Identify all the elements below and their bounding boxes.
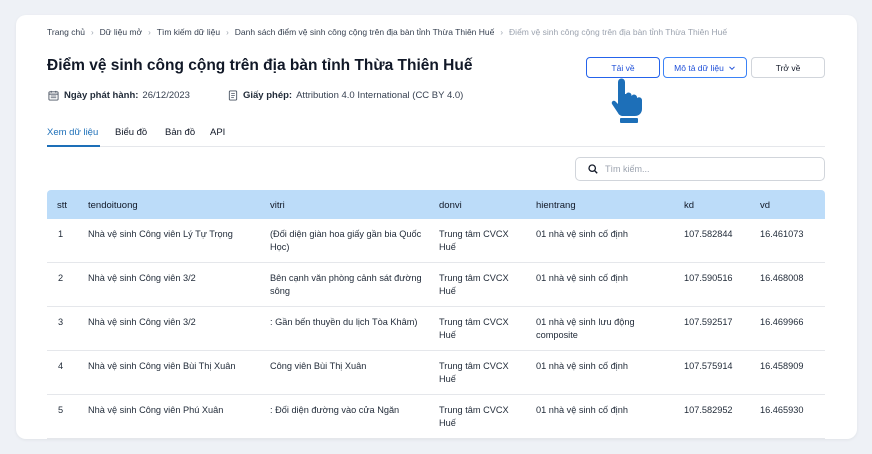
column-header-stt[interactable]: stt (57, 200, 67, 211)
breadcrumb-search-data[interactable]: Tìm kiếm dữ liệu (157, 27, 220, 37)
tab-bar: Xem dữ liệu Biểu đồ Bản đồ API (47, 127, 825, 147)
cell-vitri: : Gần bến thuyền du lịch Tòa Khâm) (270, 317, 418, 327)
cell-donvi: Trung tâm CVCX Huế (439, 273, 509, 296)
cell-hientrang: 01 nhà vệ sinh cố định (536, 273, 628, 283)
table-row[interactable]: 5 Nhà vệ sinh Công viên Phú Xuân : Đối d… (47, 395, 825, 439)
breadcrumb-dataset-list[interactable]: Danh sách điểm vệ sinh công cộng trên đị… (235, 27, 495, 37)
download-button-label: Tải về (611, 62, 635, 73)
dataset-detail-card: Trang chủ › Dữ liệu mở › Tìm kiếm dữ liệ… (16, 15, 857, 439)
page-title: Điểm vệ sinh công cộng trên địa bàn tỉnh… (47, 57, 473, 74)
table-row[interactable]: 4 Nhà vệ sinh Công viên Bùi Thị Xuân Côn… (47, 351, 825, 395)
cell-vd: 16.469966 (760, 317, 804, 327)
breadcrumb-separator-icon: › (148, 27, 151, 37)
breadcrumb: Trang chủ › Dữ liệu mở › Tìm kiếm dữ liệ… (47, 27, 727, 37)
license-meta: Giấy phép: Attribution 4.0 International… (228, 90, 463, 101)
cell-kd: 107.582844 (684, 229, 733, 239)
back-button-label: Trở về (775, 62, 801, 73)
tab-api[interactable]: API (210, 127, 225, 138)
cell-stt: 2 (58, 273, 64, 283)
breadcrumb-open-data[interactable]: Dữ liệu mở (100, 27, 142, 37)
breadcrumb-home[interactable]: Trang chủ (47, 27, 85, 37)
cell-donvi: Trung tâm CVCX Huế (439, 405, 509, 428)
cell-stt: 4 (58, 361, 64, 371)
cell-stt: 3 (58, 317, 64, 327)
column-header-kd[interactable]: kd (684, 200, 694, 211)
calendar-icon (48, 90, 59, 101)
column-header-tendoituong[interactable]: tendoituong (88, 200, 138, 211)
table-row[interactable]: 3 Nhà vệ sinh Công viên 3/2 : Gần bến th… (47, 307, 825, 351)
cell-kd: 107.582952 (684, 405, 733, 415)
data-description-label: Mô tả dữ liệu (674, 62, 724, 73)
hand-pointer-icon (611, 78, 642, 123)
cell-vitri: (Đối diện giàn hoa giấy gần bia Quốc Học… (270, 229, 422, 252)
license-label: Giấy phép: (243, 90, 293, 101)
cell-vd: 16.465930 (760, 405, 804, 415)
cell-hientrang: 01 nhà vệ sinh cố định (536, 361, 628, 371)
cell-tendoituong: Nhà vệ sinh Công viên 3/2 (88, 317, 196, 327)
cell-stt: 1 (58, 229, 64, 239)
cell-tendoituong: Nhà vệ sinh Công viên 3/2 (88, 273, 196, 283)
table-row[interactable]: 2 Nhà vệ sinh Công viên 3/2 Bên cạnh văn… (47, 263, 825, 307)
publish-date-value: 26/12/2023 (142, 90, 190, 101)
column-header-vitri[interactable]: vitri (270, 200, 285, 211)
cell-vd: 16.468008 (760, 273, 804, 283)
cell-hientrang: 01 nhà vệ sinh lưu động composite (536, 317, 635, 340)
publish-date-label: Ngày phát hành: (64, 90, 139, 101)
cell-vd: 16.458909 (760, 361, 804, 371)
chevron-down-icon (728, 65, 735, 70)
license-value: Attribution 4.0 International (CC BY 4.0… (296, 90, 464, 101)
cell-vitri: : Đối diện đường vào cửa Ngăn (270, 405, 400, 415)
tab-chart[interactable]: Biểu đồ (115, 127, 147, 138)
cell-donvi: Trung tâm CVCX Huế (439, 361, 509, 384)
cell-stt: 5 (58, 405, 64, 415)
cell-tendoituong: Nhà vệ sinh Công viên Bùi Thị Xuân (88, 361, 236, 371)
search-input[interactable] (605, 164, 805, 174)
publish-date-meta: Ngày phát hành: 26/12/2023 (48, 90, 190, 101)
cell-hientrang: 01 nhà vệ sinh cố định (536, 405, 628, 415)
cell-kd: 107.590516 (684, 273, 733, 283)
cell-vd: 16.461073 (760, 229, 804, 239)
cell-vitri: Công viên Bùi Thị Xuân (270, 361, 367, 371)
tab-view-data[interactable]: Xem dữ liệu (47, 127, 98, 138)
cell-tendoituong: Nhà vệ sinh Công viên Phú Xuân (88, 405, 224, 415)
data-description-dropdown[interactable]: Mô tả dữ liệu (663, 57, 747, 78)
download-button[interactable]: Tải về (586, 57, 660, 78)
breadcrumb-separator-icon: › (500, 27, 504, 37)
cell-kd: 107.592517 (684, 317, 733, 327)
data-table: stt tendoituong vitri donvi hientrang kd… (47, 190, 825, 439)
breadcrumb-current: Điểm vệ sinh công cộng trên địa bàn tỉnh… (509, 27, 728, 37)
tab-map[interactable]: Bản đồ (165, 127, 195, 138)
cell-kd: 107.575914 (684, 361, 733, 371)
active-tab-indicator (47, 145, 100, 147)
search-icon (588, 164, 598, 174)
cell-vitri: Bên cạnh văn phòng cảnh sát đường sông (270, 273, 422, 296)
column-header-donvi[interactable]: donvi (439, 200, 462, 211)
breadcrumb-separator-icon: › (226, 27, 229, 37)
cell-donvi: Trung tâm CVCX Huế (439, 317, 509, 340)
table-row[interactable]: 1 Nhà vệ sinh Công viên Lý Tự Trọng (Đối… (47, 219, 825, 263)
back-button[interactable]: Trở về (751, 57, 825, 78)
document-icon (228, 90, 238, 101)
cell-hientrang: 01 nhà vệ sinh cố định (536, 229, 628, 239)
cell-tendoituong: Nhà vệ sinh Công viên Lý Tự Trọng (88, 229, 233, 239)
column-header-hientrang[interactable]: hientrang (536, 200, 576, 211)
column-header-vd[interactable]: vd (760, 200, 770, 211)
cell-donvi: Trung tâm CVCX Huế (439, 229, 509, 252)
table-header: stt tendoituong vitri donvi hientrang kd… (47, 190, 825, 219)
search-box[interactable] (575, 157, 825, 181)
breadcrumb-separator-icon: › (90, 27, 94, 37)
